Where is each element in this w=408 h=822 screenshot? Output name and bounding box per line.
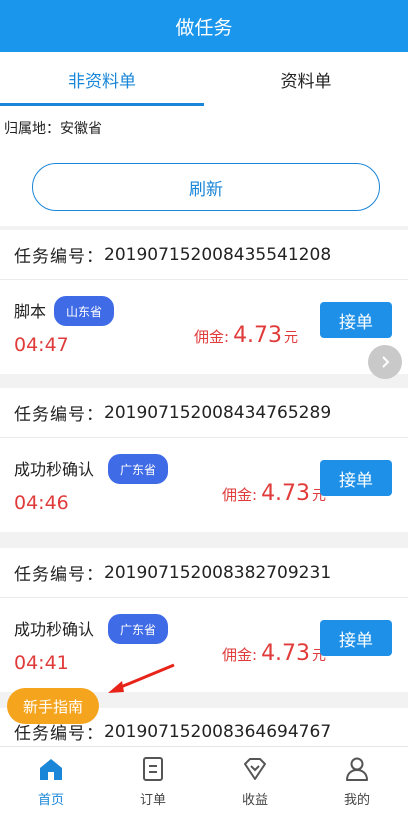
tab-label: 资料单 xyxy=(280,71,332,92)
nav-item-home[interactable]: 首页 xyxy=(0,747,102,822)
province-badge: 广东省 xyxy=(108,454,169,484)
next-arrow-button[interactable] xyxy=(368,345,402,379)
commission: 佣金: 4.73 元 xyxy=(222,641,326,666)
tab-document-order[interactable]: 资料单 xyxy=(204,52,408,106)
task-name: 脚本 xyxy=(14,302,47,321)
countdown-timer: 04:47 xyxy=(14,334,69,356)
nav-label: 收益 xyxy=(241,793,268,808)
tab-non-document-order[interactable]: 非资料单 xyxy=(0,52,204,106)
region-text: 归属地：安徽省 xyxy=(4,121,102,137)
task-id-value: 2019071520083827092​31 xyxy=(104,562,332,583)
nav-item-earnings[interactable]: 收益 xyxy=(204,747,306,822)
commission-unit: 元 xyxy=(284,330,299,346)
commission: 佣金: 4.73 元 xyxy=(222,481,326,506)
commission-label: 佣金: xyxy=(194,328,230,346)
province-badge: 山东省 xyxy=(54,296,115,326)
annotation-arrow-icon xyxy=(108,663,175,693)
task-card: 任务编号： 2019071520084355412​08 脚本 山东省 04:4… xyxy=(0,230,408,374)
task-detail: 脚本 山东省 04:47 佣金: 4.73 元 接单 xyxy=(0,280,408,374)
nav-label: 订单 xyxy=(139,793,166,808)
earnings-icon xyxy=(244,758,266,780)
profile-icon xyxy=(346,757,368,781)
page-title: 做任务 xyxy=(175,16,233,39)
province-badge: 广东省 xyxy=(108,614,169,644)
nav-item-profile[interactable]: 我的 xyxy=(306,747,408,822)
task-card: 任务编号： 2019071520084347652​89 成功秒确认 广东省 0… xyxy=(0,388,408,532)
order-icon xyxy=(143,757,163,781)
task-id-value: 2019071520083646947​67 xyxy=(104,721,332,742)
region-row: 归属地：安徽省 xyxy=(0,106,408,150)
task-detail: 成功秒确认 广东省 04:46 佣金: 4.73 元 接单 xyxy=(0,438,408,532)
accept-button[interactable]: 接单 xyxy=(320,302,392,338)
task-name: 成功秒确认 xyxy=(14,460,95,479)
task-id-label: 任务编号： xyxy=(14,247,104,267)
countdown-timer: 04:41 xyxy=(14,652,69,674)
task-id-value: 2019071520084355412​08 xyxy=(104,244,332,265)
countdown-timer: 04:46 xyxy=(14,492,69,514)
commission-label: 佣金: xyxy=(222,486,258,504)
task-id-row: 任务编号： 2019071520084355412​08 xyxy=(0,230,408,280)
task-detail: 成功秒确认 广东省 04:41 佣金: 4.73 元 接单 xyxy=(0,598,408,692)
task-card: 任务编号： 2019071520083827092​31 成功秒确认 广东省 0… xyxy=(0,548,408,692)
commission-label: 佣金: xyxy=(222,646,258,664)
task-id-row: 任务编号： 2019071520083827092​31 xyxy=(0,548,408,598)
tab-label: 非资料单 xyxy=(68,71,136,92)
nav-item-orders[interactable]: 订单 xyxy=(102,747,204,822)
commission: 佣金: 4.73 元 xyxy=(194,323,298,348)
task-id-value: 2019071520084347652​89 xyxy=(104,402,332,423)
nav-label: 首页 xyxy=(37,793,64,808)
nav-label: 我的 xyxy=(343,793,370,808)
refresh-section: 刷新 xyxy=(0,150,408,226)
refresh-button[interactable]: 刷新 xyxy=(32,163,380,211)
commission-value: 4.73 xyxy=(261,641,311,666)
task-id-label: 任务编号： xyxy=(14,565,104,585)
task-id-label: 任务编号： xyxy=(14,405,104,425)
tab-bar: 非资料单 资料单 xyxy=(0,52,408,106)
accept-button[interactable]: 接单 xyxy=(320,620,392,656)
bottom-nav: 首页 订单 收益 我的 xyxy=(0,746,408,822)
home-icon xyxy=(40,759,62,780)
task-name: 成功秒确认 xyxy=(14,620,95,639)
accept-button[interactable]: 接单 xyxy=(320,460,392,496)
beginner-guide-button[interactable]: 新手指南 xyxy=(7,688,99,724)
chevron-right-icon xyxy=(382,356,390,368)
commission-value: 4.73 xyxy=(233,323,283,348)
commission-value: 4.73 xyxy=(261,481,311,506)
task-id-row: 任务编号： 2019071520084347652​89 xyxy=(0,388,408,438)
header-bar: 做任务 xyxy=(0,0,408,52)
